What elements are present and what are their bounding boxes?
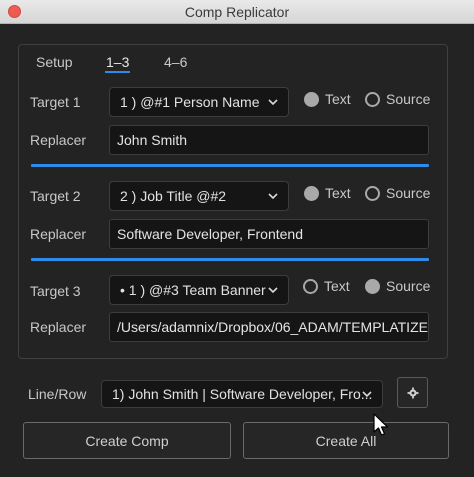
radio-selected-icon [304,185,319,201]
replacer-2-input[interactable]: Software Developer, Frontend [109,219,429,249]
line-row-dropdown[interactable]: 1) John Smith | Software Developer, Fro.… [101,380,383,408]
target-2-text-radio-label: Text [325,185,351,201]
chevron-down-icon [268,287,278,294]
target-3-text-radio[interactable]: Text [303,278,350,294]
radio-selected-icon [365,278,380,294]
window-title: Comp Replicator [184,4,290,20]
target-2-text-radio[interactable]: Text [304,185,351,201]
tab-setup[interactable]: Setup [36,54,73,70]
replacer-1-input[interactable]: John Smith [109,125,429,155]
target-1-text-radio-label: Text [325,91,351,107]
radio-selected-icon [304,91,319,107]
target-1-dropdown-value: 1 ) @#1 Person Name [120,94,260,110]
radio-unselected-icon [365,185,380,201]
create-comp-button[interactable]: Create Comp [23,422,231,459]
radio-unselected-icon [303,278,318,294]
target-3-source-radio[interactable]: Source [365,278,430,294]
chevron-down-icon [268,193,278,200]
target-2-source-radio-label: Source [386,185,431,201]
settings-button[interactable] [397,377,428,408]
target-2-source-radio[interactable]: Source [365,185,430,201]
divider-2 [31,258,429,261]
chevron-down-icon [268,99,278,106]
target-2-dropdown-value: 2 ) Job Title @#2 [120,188,227,204]
target-1-label: Target 1 [30,94,81,110]
target-3-dropdown-value: • 1 ) @#3 Team Banner [120,282,266,298]
title-bar: Comp Replicator [0,0,474,24]
cursor-icon [373,413,389,436]
gear-icon [407,387,418,398]
target-3-label: Target 3 [30,283,81,299]
target-2-label: Target 2 [30,188,81,204]
create-all-button[interactable]: Create All [243,422,449,459]
target-1-source-radio-label: Source [386,91,431,107]
replacer-1-label: Replacer [30,132,87,148]
target-3-text-radio-label: Text [324,278,350,294]
target-1-text-radio[interactable]: Text [304,91,351,107]
replacer-2-label: Replacer [30,226,87,242]
replacer-3-label: Replacer [30,319,87,335]
target-2-dropdown[interactable]: 2 ) Job Title @#2 [109,181,289,211]
line-row-value: 1) John Smith | Software Developer, Fro.… [112,386,373,402]
target-1-dropdown[interactable]: 1 ) @#1 Person Name [109,87,289,117]
radio-unselected-icon [365,91,380,107]
target-3-dropdown[interactable]: • 1 ) @#3 Team Banner [109,275,289,305]
replacer-3-input[interactable]: /Users/adamnix/Dropbox/06_ADAM/TEMPLATIZ… [109,312,429,342]
target-3-source-radio-label: Source [386,278,431,294]
divider-1 [31,164,429,167]
tab-1-3[interactable]: 1–3 [106,54,129,70]
tab-4-6[interactable]: 4–6 [164,54,187,70]
target-1-source-radio[interactable]: Source [365,91,430,107]
active-tab-indicator [105,71,130,73]
chevron-down-icon [362,391,372,398]
line-row-label: Line/Row [28,386,87,402]
